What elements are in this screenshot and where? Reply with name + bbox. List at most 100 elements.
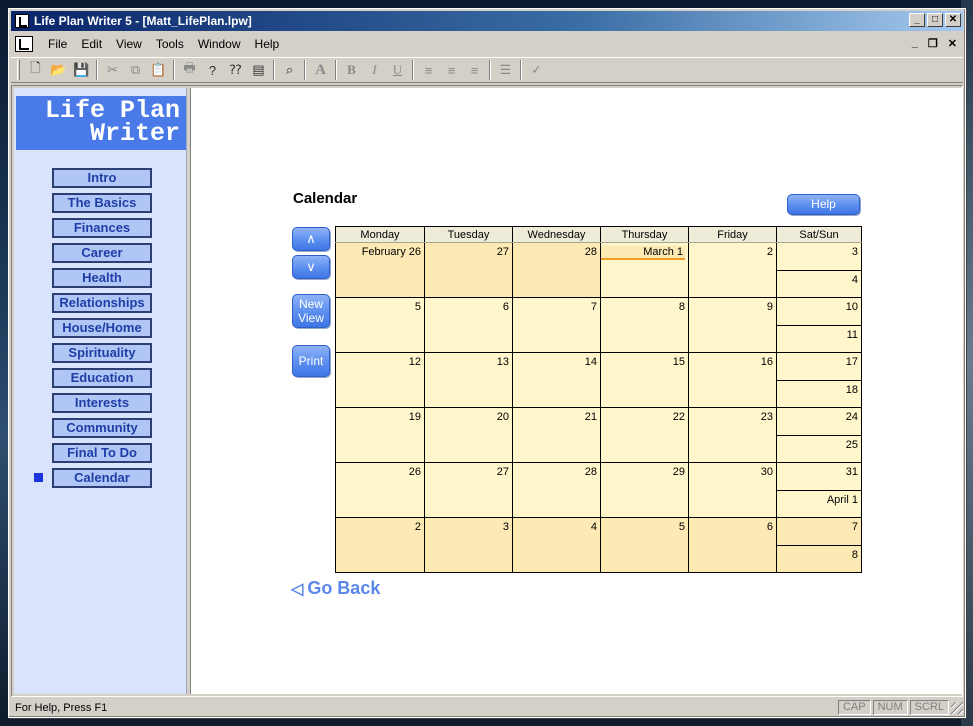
day-cell[interactable]: 3 [424, 517, 513, 573]
minimize-button[interactable]: _ [909, 13, 925, 27]
sidebar-item-career[interactable]: Career [52, 243, 152, 263]
day-cell[interactable]: March 1 [600, 242, 689, 298]
underline-icon[interactable]: U [386, 59, 409, 81]
day-cell[interactable]: 2 [688, 242, 777, 298]
open-icon[interactable]: 📂 [47, 59, 70, 81]
spellcheck-icon[interactable]: ✓ [525, 59, 548, 81]
sidebar-item-the-basics[interactable]: The Basics [52, 193, 152, 213]
app-icon[interactable] [15, 14, 29, 28]
sidebar-item-relationships[interactable]: Relationships [52, 293, 152, 313]
day-number: March 1 [601, 246, 685, 260]
title-bar[interactable]: Life Plan Writer 5 - [Matt_LifePlan.lpw]… [11, 11, 963, 31]
saturday-cell[interactable]: 3 [777, 243, 861, 270]
day-cell[interactable]: 15 [600, 352, 689, 408]
sidebar-item-education[interactable]: Education [52, 368, 152, 388]
find-icon[interactable]: ⌕ [278, 59, 301, 81]
next-week-button[interactable]: ∨ [292, 255, 330, 279]
menu-file[interactable]: File [41, 37, 74, 51]
day-cell[interactable]: 21 [512, 407, 601, 463]
sidebar-item-community[interactable]: Community [52, 418, 152, 438]
day-cell[interactable]: 28 [512, 242, 601, 298]
day-cell[interactable]: February 26 [335, 242, 425, 298]
day-cell[interactable]: 5 [335, 297, 425, 353]
print-icon[interactable]: 🖶 [178, 59, 201, 81]
day-cell[interactable]: 16 [688, 352, 777, 408]
day-cell[interactable]: 7 [512, 297, 601, 353]
mdi-close-button[interactable]: ✕ [948, 37, 957, 50]
saturday-cell[interactable]: 17 [777, 353, 861, 380]
day-cell[interactable]: 27 [424, 242, 513, 298]
day-cell[interactable]: 4 [512, 517, 601, 573]
menu-tools[interactable]: Tools [149, 37, 191, 51]
sunday-cell[interactable]: 4 [777, 270, 861, 297]
saturday-cell[interactable]: 7 [777, 518, 861, 545]
bold-icon[interactable]: B [340, 59, 363, 81]
saturday-cell[interactable]: 10 [777, 298, 861, 325]
day-cell[interactable]: 6 [424, 297, 513, 353]
previous-week-button[interactable]: ∧ [292, 227, 330, 251]
resize-grip-icon[interactable] [951, 701, 963, 714]
day-cell[interactable]: 22 [600, 407, 689, 463]
sidebar-item-spirituality[interactable]: Spirituality [52, 343, 152, 363]
help-icon[interactable]: ? [201, 59, 224, 81]
sunday-cell[interactable]: 18 [777, 380, 861, 407]
day-cell[interactable]: 12 [335, 352, 425, 408]
day-cell[interactable]: 26 [335, 462, 425, 518]
notes-icon[interactable]: ▤ [247, 59, 270, 81]
day-cell[interactable]: 2 [335, 517, 425, 573]
font-icon[interactable]: A [309, 59, 332, 81]
day-cell[interactable]: 8 [600, 297, 689, 353]
sunday-cell[interactable]: 11 [777, 325, 861, 352]
day-cell[interactable]: 29 [600, 462, 689, 518]
sidebar-item-finances[interactable]: Finances [52, 218, 152, 238]
align-right-icon[interactable]: ≡ [463, 59, 486, 81]
saturday-cell[interactable]: 24 [777, 408, 861, 435]
align-left-icon[interactable]: ≡ [417, 59, 440, 81]
copy-icon[interactable]: ⧉ [124, 59, 147, 81]
maximize-button[interactable]: □ [927, 13, 943, 27]
sunday-cell[interactable]: April 1 [777, 490, 861, 517]
day-cell[interactable]: 28 [512, 462, 601, 518]
menu-help[interactable]: Help [248, 37, 287, 51]
italic-icon[interactable]: I [363, 59, 386, 81]
new-view-button[interactable]: New View [292, 294, 330, 328]
day-cell[interactable]: 14 [512, 352, 601, 408]
sunday-cell[interactable]: 25 [777, 435, 861, 462]
day-cell[interactable]: 19 [335, 407, 425, 463]
cut-icon[interactable]: ✂ [101, 59, 124, 81]
go-back-link[interactable]: ◁ Go Back [291, 578, 380, 599]
mdi-minimize-button[interactable]: _ [912, 37, 918, 50]
sidebar-item-house-home[interactable]: House/Home [52, 318, 152, 338]
saturday-cell[interactable]: 31 [777, 463, 861, 490]
new-icon[interactable]: 🗋 [24, 59, 47, 81]
sidebar-item-intro[interactable]: Intro [52, 168, 152, 188]
print-button[interactable]: Print [292, 345, 330, 377]
mdi-restore-button[interactable]: ❐ [928, 37, 938, 50]
day-cell[interactable]: 6 [688, 517, 777, 573]
day-cell[interactable]: 20 [424, 407, 513, 463]
day-cell[interactable]: 23 [688, 407, 777, 463]
document-icon[interactable] [15, 36, 33, 52]
menu-view[interactable]: View [109, 37, 149, 51]
help-button[interactable]: Help [787, 194, 860, 215]
sidebar-item-calendar[interactable]: Calendar [52, 468, 152, 488]
day-cell[interactable]: 5 [600, 517, 689, 573]
sunday-cell[interactable]: 8 [777, 545, 861, 572]
close-button[interactable]: ✕ [945, 13, 961, 27]
day-cell[interactable]: 30 [688, 462, 777, 518]
align-center-icon[interactable]: ≡ [440, 59, 463, 81]
day-cell[interactable]: 27 [424, 462, 513, 518]
day-cell[interactable]: 9 [688, 297, 777, 353]
sidebar-item-health[interactable]: Health [52, 268, 152, 288]
toolbar-grip[interactable] [17, 60, 20, 80]
day-cell[interactable]: 13 [424, 352, 513, 408]
bullets-icon[interactable]: ☰ [494, 59, 517, 81]
sidebar-item-final-to-do[interactable]: Final To Do [52, 443, 152, 463]
menu-window[interactable]: Window [191, 37, 248, 51]
context-help-icon[interactable]: ⁇ [224, 59, 247, 81]
menu-edit[interactable]: Edit [74, 37, 109, 51]
save-icon[interactable]: 💾 [70, 59, 93, 81]
paste-icon[interactable]: 📋 [147, 59, 170, 81]
sidebar-item-interests[interactable]: Interests [52, 393, 152, 413]
day-number: 14 [584, 356, 597, 368]
